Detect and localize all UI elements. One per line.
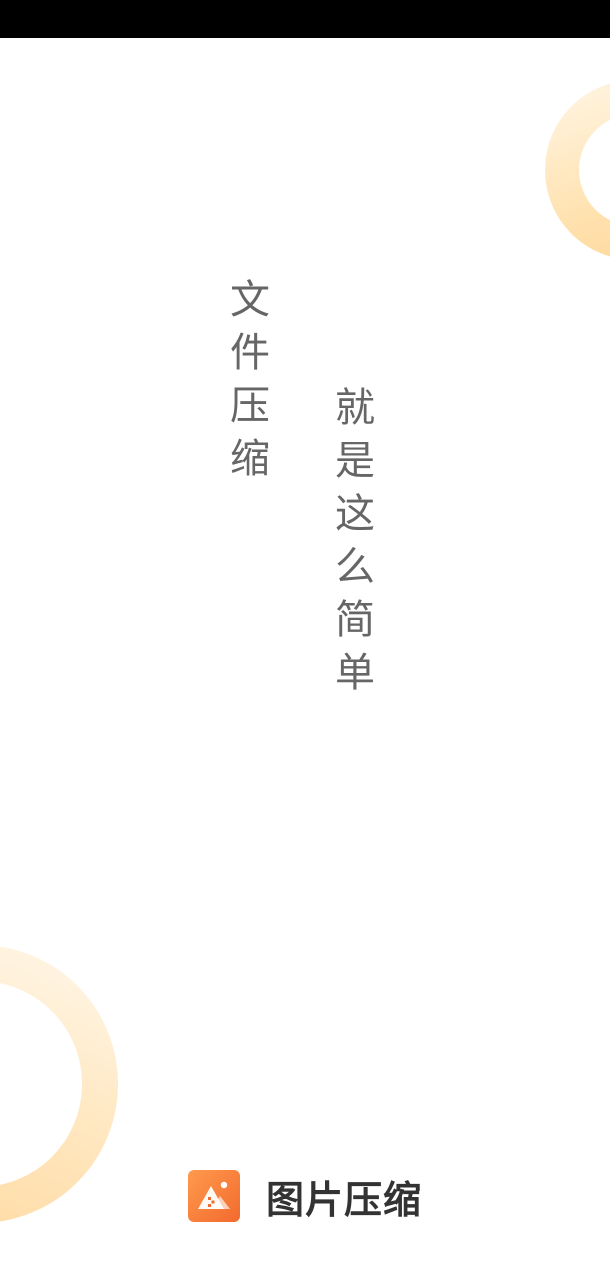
app-name: 图片压缩 <box>266 1177 423 1222</box>
decorative-ring-top <box>545 80 610 260</box>
image-compress-icon <box>188 1170 240 1222</box>
tagline-right-column: 就是这么简单 <box>335 385 375 696</box>
splash-screen: 文件压缩 就是这么简单 图片压缩 <box>0 0 610 1280</box>
app-brand: 图片压缩 <box>188 1168 422 1224</box>
status-bar <box>0 0 610 38</box>
tagline-left-column: 文件压缩 <box>230 277 270 482</box>
decorative-ring-bottom <box>0 945 118 1223</box>
